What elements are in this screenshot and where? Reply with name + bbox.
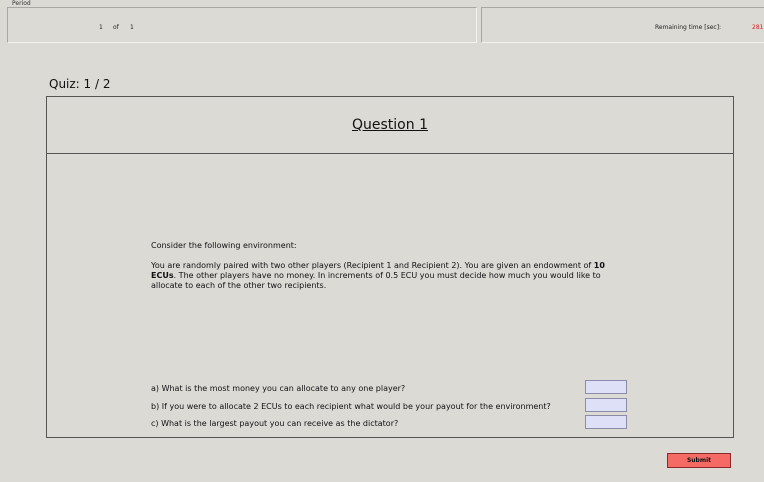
timer-panel: [481, 7, 764, 43]
question-a-label: a) What is the most money you can alloca…: [151, 384, 406, 393]
remaining-time-label: Remaining time [sec]:: [655, 24, 722, 31]
scenario-text: You are randomly paired with two other p…: [151, 261, 631, 291]
period-of: of: [113, 24, 119, 31]
intro-text: Consider the following environment:: [151, 241, 297, 250]
question-panel: Question 1 Consider the following enviro…: [46, 96, 734, 438]
remaining-time-value: 281: [752, 24, 764, 31]
answer-c-input[interactable]: [585, 415, 627, 429]
header-bar: Period 1 of 1 Remaining time [sec]: 281: [0, 0, 764, 48]
answer-a-input[interactable]: [585, 380, 627, 394]
question-title-area: Question 1: [47, 97, 733, 154]
question-title: Question 1: [352, 117, 428, 133]
question-b-label: b) If you were to allocate 2 ECUs to eac…: [151, 402, 551, 411]
period-current: 1: [99, 24, 103, 31]
question-body: Consider the following environment: You …: [151, 241, 631, 301]
submit-button[interactable]: Submit: [667, 453, 731, 468]
period-panel: [7, 7, 477, 43]
quiz-progress: Quiz: 1 / 2: [49, 77, 111, 91]
question-c-label: c) What is the largest payout you can re…: [151, 419, 399, 428]
answer-b-input[interactable]: [585, 398, 627, 412]
period-total: 1: [130, 24, 134, 31]
main-area: Quiz: 1 / 2 Question 1 Consider the foll…: [0, 48, 764, 482]
scenario-part2: . The other players have no money. In in…: [151, 271, 601, 290]
period-label: Period: [10, 0, 33, 7]
scenario-part1: You are randomly paired with two other p…: [151, 261, 594, 270]
